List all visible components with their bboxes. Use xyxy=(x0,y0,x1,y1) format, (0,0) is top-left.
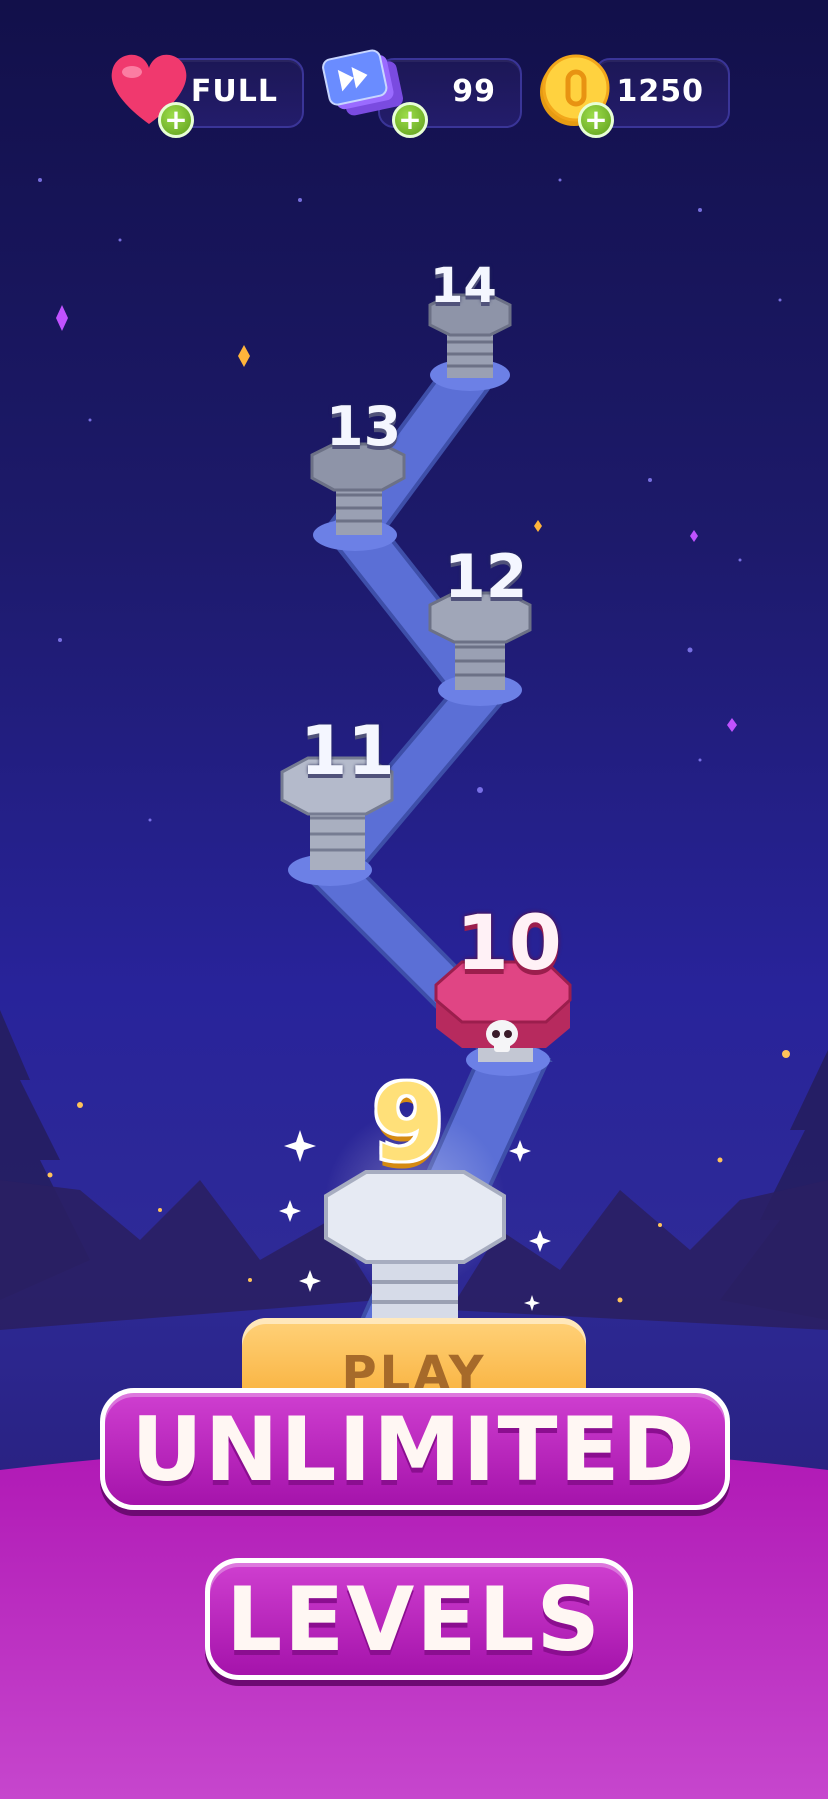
level-10-label[interactable]: 10 xyxy=(456,898,562,987)
add-tickets-button[interactable]: + xyxy=(392,102,428,138)
promo-line1: UNLIMITED xyxy=(131,1398,697,1501)
level-13-label[interactable]: 13 xyxy=(326,395,401,458)
lives-value: FULL xyxy=(190,74,278,109)
skull-icon xyxy=(482,1018,522,1054)
level-11-label[interactable]: 11 xyxy=(300,712,395,791)
tickets-value: 99 xyxy=(452,74,496,109)
level-12-label[interactable]: 12 xyxy=(444,542,528,612)
add-lives-button[interactable]: + xyxy=(158,102,194,138)
coins-value: 1250 xyxy=(616,74,704,109)
promo-line2: LEVELS xyxy=(226,1568,602,1671)
current-level-label[interactable]: 9 xyxy=(372,1062,444,1184)
game-screen: FULL + 99 + 1250 + 14 13 12 11 10 9 PLAY… xyxy=(0,0,828,1799)
night-sky-background xyxy=(0,178,828,1799)
level-14-label[interactable]: 14 xyxy=(430,258,497,314)
add-coins-button[interactable]: + xyxy=(578,102,614,138)
